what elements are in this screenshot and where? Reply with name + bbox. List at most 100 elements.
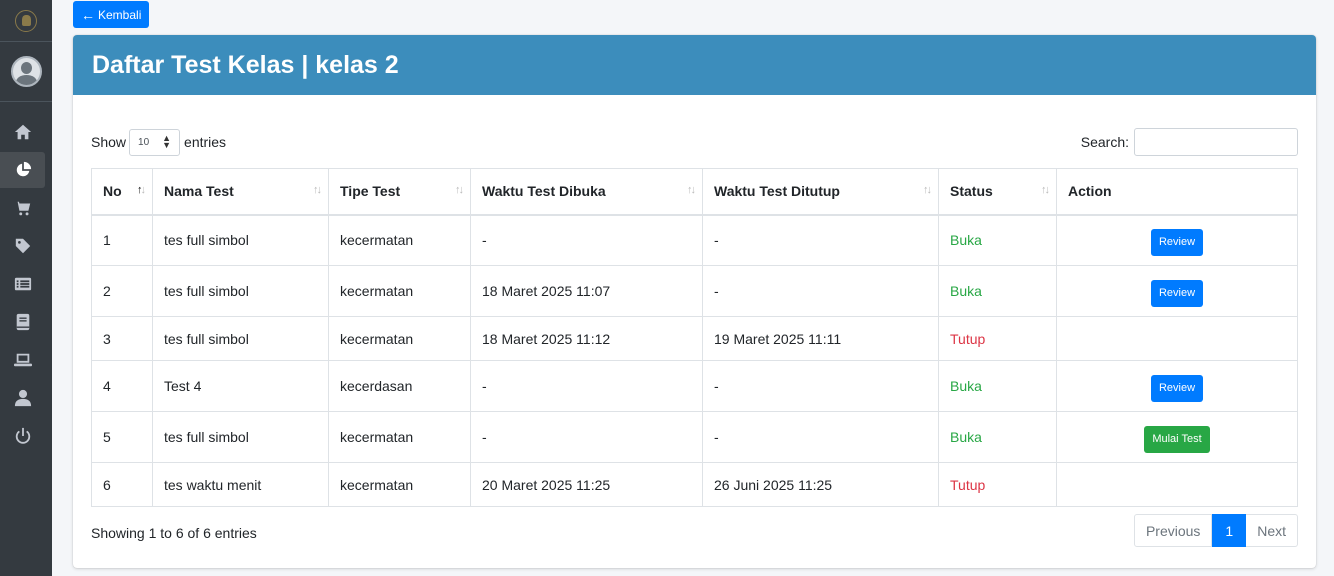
- cell-no: 4: [91, 360, 153, 412]
- cell-waktu-ditutup: -: [702, 360, 939, 412]
- cell-waktu-dibuka: -: [470, 360, 703, 412]
- column-header-no[interactable]: No ↑↓: [91, 168, 153, 216]
- test-list-card: Daftar Test Kelas | kelas 2 Show 10 ▲ ▼ e…: [73, 35, 1316, 568]
- cell-no: 3: [91, 316, 153, 361]
- table-controls: Show 10 ▲ ▼ entries Search:: [91, 128, 1298, 156]
- status-badge: Buka: [938, 360, 1057, 412]
- review-button[interactable]: Review: [1150, 280, 1204, 307]
- previous-button[interactable]: Previous: [1133, 514, 1213, 547]
- page-title: Daftar Test Kelas | kelas 2: [92, 50, 399, 79]
- pagination: Previous 1 Next: [1133, 514, 1298, 547]
- sort-select-icon: ▲ ▼: [162, 133, 172, 150]
- cell-waktu-dibuka: -: [470, 214, 703, 266]
- logo-icon: [15, 9, 37, 32]
- back-button[interactable]: ← Kembali: [73, 1, 150, 28]
- column-header-label: Action: [1068, 183, 1112, 200]
- cell-action: Review: [1056, 265, 1298, 317]
- entries-select-value: 10: [138, 136, 150, 148]
- status-badge: Buka: [938, 214, 1057, 266]
- table-row: 6 tes waktu menit kecermatan 20 Maret 20…: [91, 462, 1298, 507]
- column-header-status[interactable]: Status ↑↓: [938, 168, 1057, 216]
- sidebar-item-laptop[interactable]: [0, 342, 45, 378]
- sort-icon: ↑↓: [923, 184, 932, 196]
- start-test-button[interactable]: Mulai Test: [1144, 426, 1210, 453]
- book-icon: [16, 313, 29, 331]
- cell-waktu-ditutup: 26 Juni 2025 11:25: [702, 462, 939, 507]
- page-button-current[interactable]: 1: [1212, 514, 1247, 547]
- sidebar-item-shop[interactable]: [0, 190, 45, 226]
- cell-nama-test: Test 4: [152, 360, 329, 412]
- column-header-waktu-ditutup[interactable]: Waktu Test Ditutup ↑↓: [702, 168, 939, 216]
- test-table: No ↑↓ Nama Test ↑↓ Tipe Test ↑↓ Waktu Test …: [91, 168, 1298, 507]
- cell-waktu-ditutup: 19 Maret 2025 11:11: [702, 316, 939, 361]
- status-badge: Buka: [938, 265, 1057, 317]
- column-header-waktu-dibuka[interactable]: Waktu Test Dibuka ↑↓: [470, 168, 703, 216]
- search-label: Search:: [1080, 134, 1129, 150]
- cell-waktu-dibuka: 18 Maret 2025 11:12: [470, 316, 703, 361]
- cell-tipe-test: kecermatan: [328, 214, 471, 266]
- cell-waktu-ditutup: -: [702, 411, 939, 463]
- home-icon: [14, 124, 31, 140]
- arrow-left-icon: ←: [81, 6, 95, 23]
- back-button-label: Kembali: [98, 7, 142, 22]
- cell-tipe-test: kecermatan: [328, 462, 471, 507]
- review-button[interactable]: Review: [1150, 375, 1204, 402]
- entries-length: Show 10 ▲ ▼ entries: [91, 128, 226, 156]
- brand-logo[interactable]: [0, 0, 52, 42]
- table-info: Showing 1 to 6 of 6 entries: [91, 525, 257, 541]
- entries-select[interactable]: 10 ▲ ▼: [129, 128, 181, 156]
- column-header-nama-test[interactable]: Nama Test ↑↓: [152, 168, 329, 216]
- sort-icon: ↑↓: [313, 184, 322, 196]
- sort-icon: ↑↓: [455, 184, 464, 196]
- power-icon: [15, 427, 30, 444]
- cell-no: 2: [91, 265, 153, 317]
- review-button[interactable]: Review: [1150, 229, 1204, 257]
- user-panel: [0, 42, 52, 102]
- cell-no: 1: [91, 214, 153, 266]
- cell-waktu-dibuka: 18 Maret 2025 11:07: [470, 265, 703, 317]
- avatar[interactable]: [10, 56, 42, 87]
- cell-tipe-test: kecermatan: [328, 316, 471, 361]
- column-header-action: Action: [1056, 168, 1298, 216]
- sidebar-item-list[interactable]: [0, 266, 45, 302]
- cell-tipe-test: kecerdasan: [328, 360, 471, 412]
- sidebar-item-book[interactable]: [0, 304, 45, 340]
- sort-icon: ↑↓: [1041, 184, 1050, 196]
- cell-tipe-test: kecermatan: [328, 265, 471, 317]
- cell-waktu-dibuka: 20 Maret 2025 11:25: [470, 462, 703, 507]
- search-input[interactable]: [1134, 128, 1298, 156]
- show-label: Show: [91, 134, 127, 150]
- table-row: 2 tes full simbol kecermatan 18 Maret 20…: [91, 265, 1298, 317]
- cell-nama-test: tes full simbol: [152, 411, 329, 463]
- cell-action: Review: [1056, 360, 1298, 412]
- column-header-label: No: [103, 183, 122, 200]
- sidebar-item-profile[interactable]: [0, 380, 45, 416]
- column-header-tipe-test[interactable]: Tipe Test ↑↓: [328, 168, 471, 216]
- cell-no: 5: [91, 411, 153, 463]
- column-header-label: Status: [950, 183, 993, 200]
- table-row: 3 tes full simbol kecermatan 18 Maret 20…: [91, 316, 1298, 361]
- cell-nama-test: tes full simbol: [152, 265, 329, 317]
- column-header-label: Tipe Test: [340, 183, 401, 200]
- table-row: 4 Test 4 kecerdasan - - Buka Review: [91, 360, 1298, 412]
- next-button[interactable]: Next: [1246, 514, 1298, 547]
- table-row: 1 tes full simbol kecermatan - - Buka Re…: [91, 214, 1298, 266]
- cell-action: [1056, 462, 1298, 507]
- sidebar-nav: [0, 102, 52, 454]
- sidebar-item-reports[interactable]: [0, 152, 45, 188]
- sidebar-item-home[interactable]: [0, 114, 45, 150]
- chart-pie-icon: [16, 161, 31, 177]
- table-header-row: No ↑↓ Nama Test ↑↓ Tipe Test ↑↓ Waktu Test …: [91, 168, 1298, 216]
- sidebar-item-logout[interactable]: [0, 418, 45, 454]
- sidebar-item-tags[interactable]: [0, 228, 45, 264]
- table-row: 5 tes full simbol kecermatan - - Buka Mu…: [91, 411, 1298, 463]
- cell-no: 6: [91, 462, 153, 507]
- user-icon: [14, 389, 31, 407]
- status-badge: Tutup: [938, 462, 1057, 507]
- cell-waktu-ditutup: -: [702, 214, 939, 266]
- shopping-cart-icon: [14, 201, 30, 216]
- status-badge: Buka: [938, 411, 1057, 463]
- sort-icon: ↑↓: [687, 184, 696, 196]
- search-area: Search:: [1081, 128, 1298, 156]
- cell-action: [1056, 316, 1298, 361]
